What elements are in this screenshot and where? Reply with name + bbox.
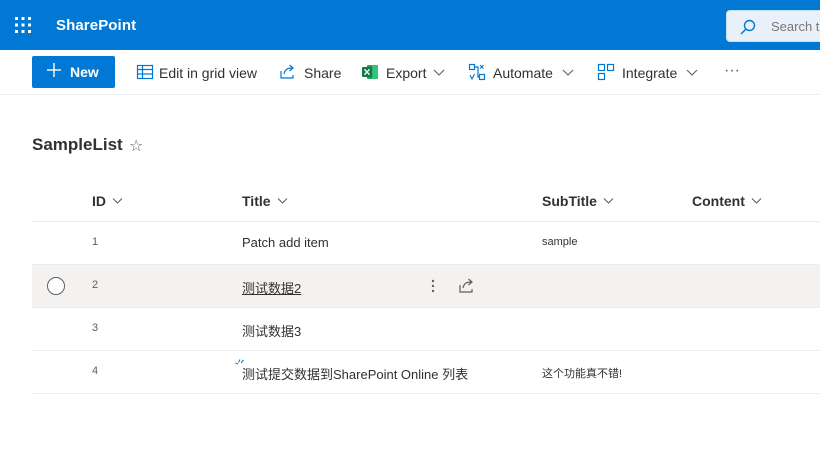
excel-icon — [362, 65, 378, 79]
suite-bar: SharePoint Search t — [0, 0, 820, 50]
column-header-title[interactable]: Title — [242, 193, 288, 209]
new-button[interactable]: New — [32, 56, 115, 88]
chevron-down-icon — [686, 69, 698, 76]
row-select-radio[interactable] — [47, 277, 65, 295]
column-header-id-label: ID — [92, 193, 106, 209]
cell-title[interactable]: Patch add item — [242, 235, 329, 250]
table-row[interactable]: 2 测试数据2 — [32, 265, 820, 308]
cell-id: 1 — [92, 236, 99, 248]
integrate-icon — [597, 63, 615, 81]
cell-subtitle: 这个功能真不错! — [542, 368, 623, 380]
table-row[interactable]: 3 测试数据3 — [32, 308, 820, 351]
chevron-down-icon — [112, 198, 123, 204]
share-icon[interactable] — [458, 277, 476, 295]
list-header-row: ID Title SubTitle Content — [32, 180, 820, 222]
automate-icon — [468, 63, 486, 81]
column-header-content[interactable]: Content — [692, 193, 762, 209]
column-header-subtitle[interactable]: SubTitle — [542, 193, 614, 209]
cell-title[interactable]: 测试数据2 — [242, 278, 301, 297]
column-header-content-label: Content — [692, 193, 745, 209]
command-bar: New Edit in grid view Share Export Autom… — [0, 50, 820, 95]
search-placeholder: Search t — [771, 19, 820, 34]
column-header-subtitle-label: SubTitle — [542, 193, 597, 209]
share-icon — [280, 64, 294, 79]
table-row[interactable]: 4 测试提交数据到SharePoint Online 列表 这个功能真不错! — [32, 351, 820, 394]
column-header-id[interactable]: ID — [92, 193, 123, 209]
share-button[interactable]: Share — [278, 50, 342, 95]
column-header-title-label: Title — [242, 193, 271, 209]
favorite-star-icon[interactable]: ☆ — [129, 136, 143, 155]
more-icon: ··· — [724, 62, 740, 79]
plus-icon — [47, 63, 61, 77]
search-box[interactable]: Search t — [726, 10, 820, 42]
new-button-label: New — [70, 64, 99, 80]
integrate-label: Integrate — [622, 65, 678, 81]
grid-view-icon — [136, 64, 154, 80]
chevron-down-icon — [603, 198, 614, 204]
table-row[interactable]: 1 Patch add item sample — [32, 222, 820, 265]
export-label: Export — [386, 65, 427, 81]
cell-id: 4 — [92, 365, 99, 377]
automate-button[interactable]: Automate — [467, 50, 577, 95]
share-label: Share — [304, 65, 342, 81]
app-brand[interactable]: SharePoint — [56, 17, 136, 34]
integrate-button[interactable]: Integrate — [596, 50, 702, 95]
edit-grid-view-label: Edit in grid view — [159, 65, 258, 81]
chevron-down-icon — [751, 198, 762, 204]
chevron-down-icon — [433, 69, 445, 76]
cell-title[interactable]: 测试数据3 — [242, 321, 301, 340]
more-options-icon[interactable] — [425, 276, 441, 296]
cell-title[interactable]: 测试提交数据到SharePoint Online 列表 — [242, 364, 468, 383]
edit-grid-view-button[interactable]: Edit in grid view — [134, 50, 262, 95]
search-icon — [740, 19, 756, 35]
cell-id: 2 — [92, 279, 99, 291]
cell-subtitle: sample — [542, 236, 578, 248]
more-commands-button[interactable]: ··· — [722, 50, 748, 95]
app-launcher-icon[interactable] — [10, 12, 36, 38]
page-title: SampleList — [32, 135, 123, 154]
automate-label: Automate — [493, 65, 553, 81]
chevron-down-icon — [562, 69, 574, 76]
export-button[interactable]: Export — [361, 50, 449, 95]
cell-id: 3 — [92, 322, 99, 334]
chevron-down-icon — [277, 198, 287, 204]
